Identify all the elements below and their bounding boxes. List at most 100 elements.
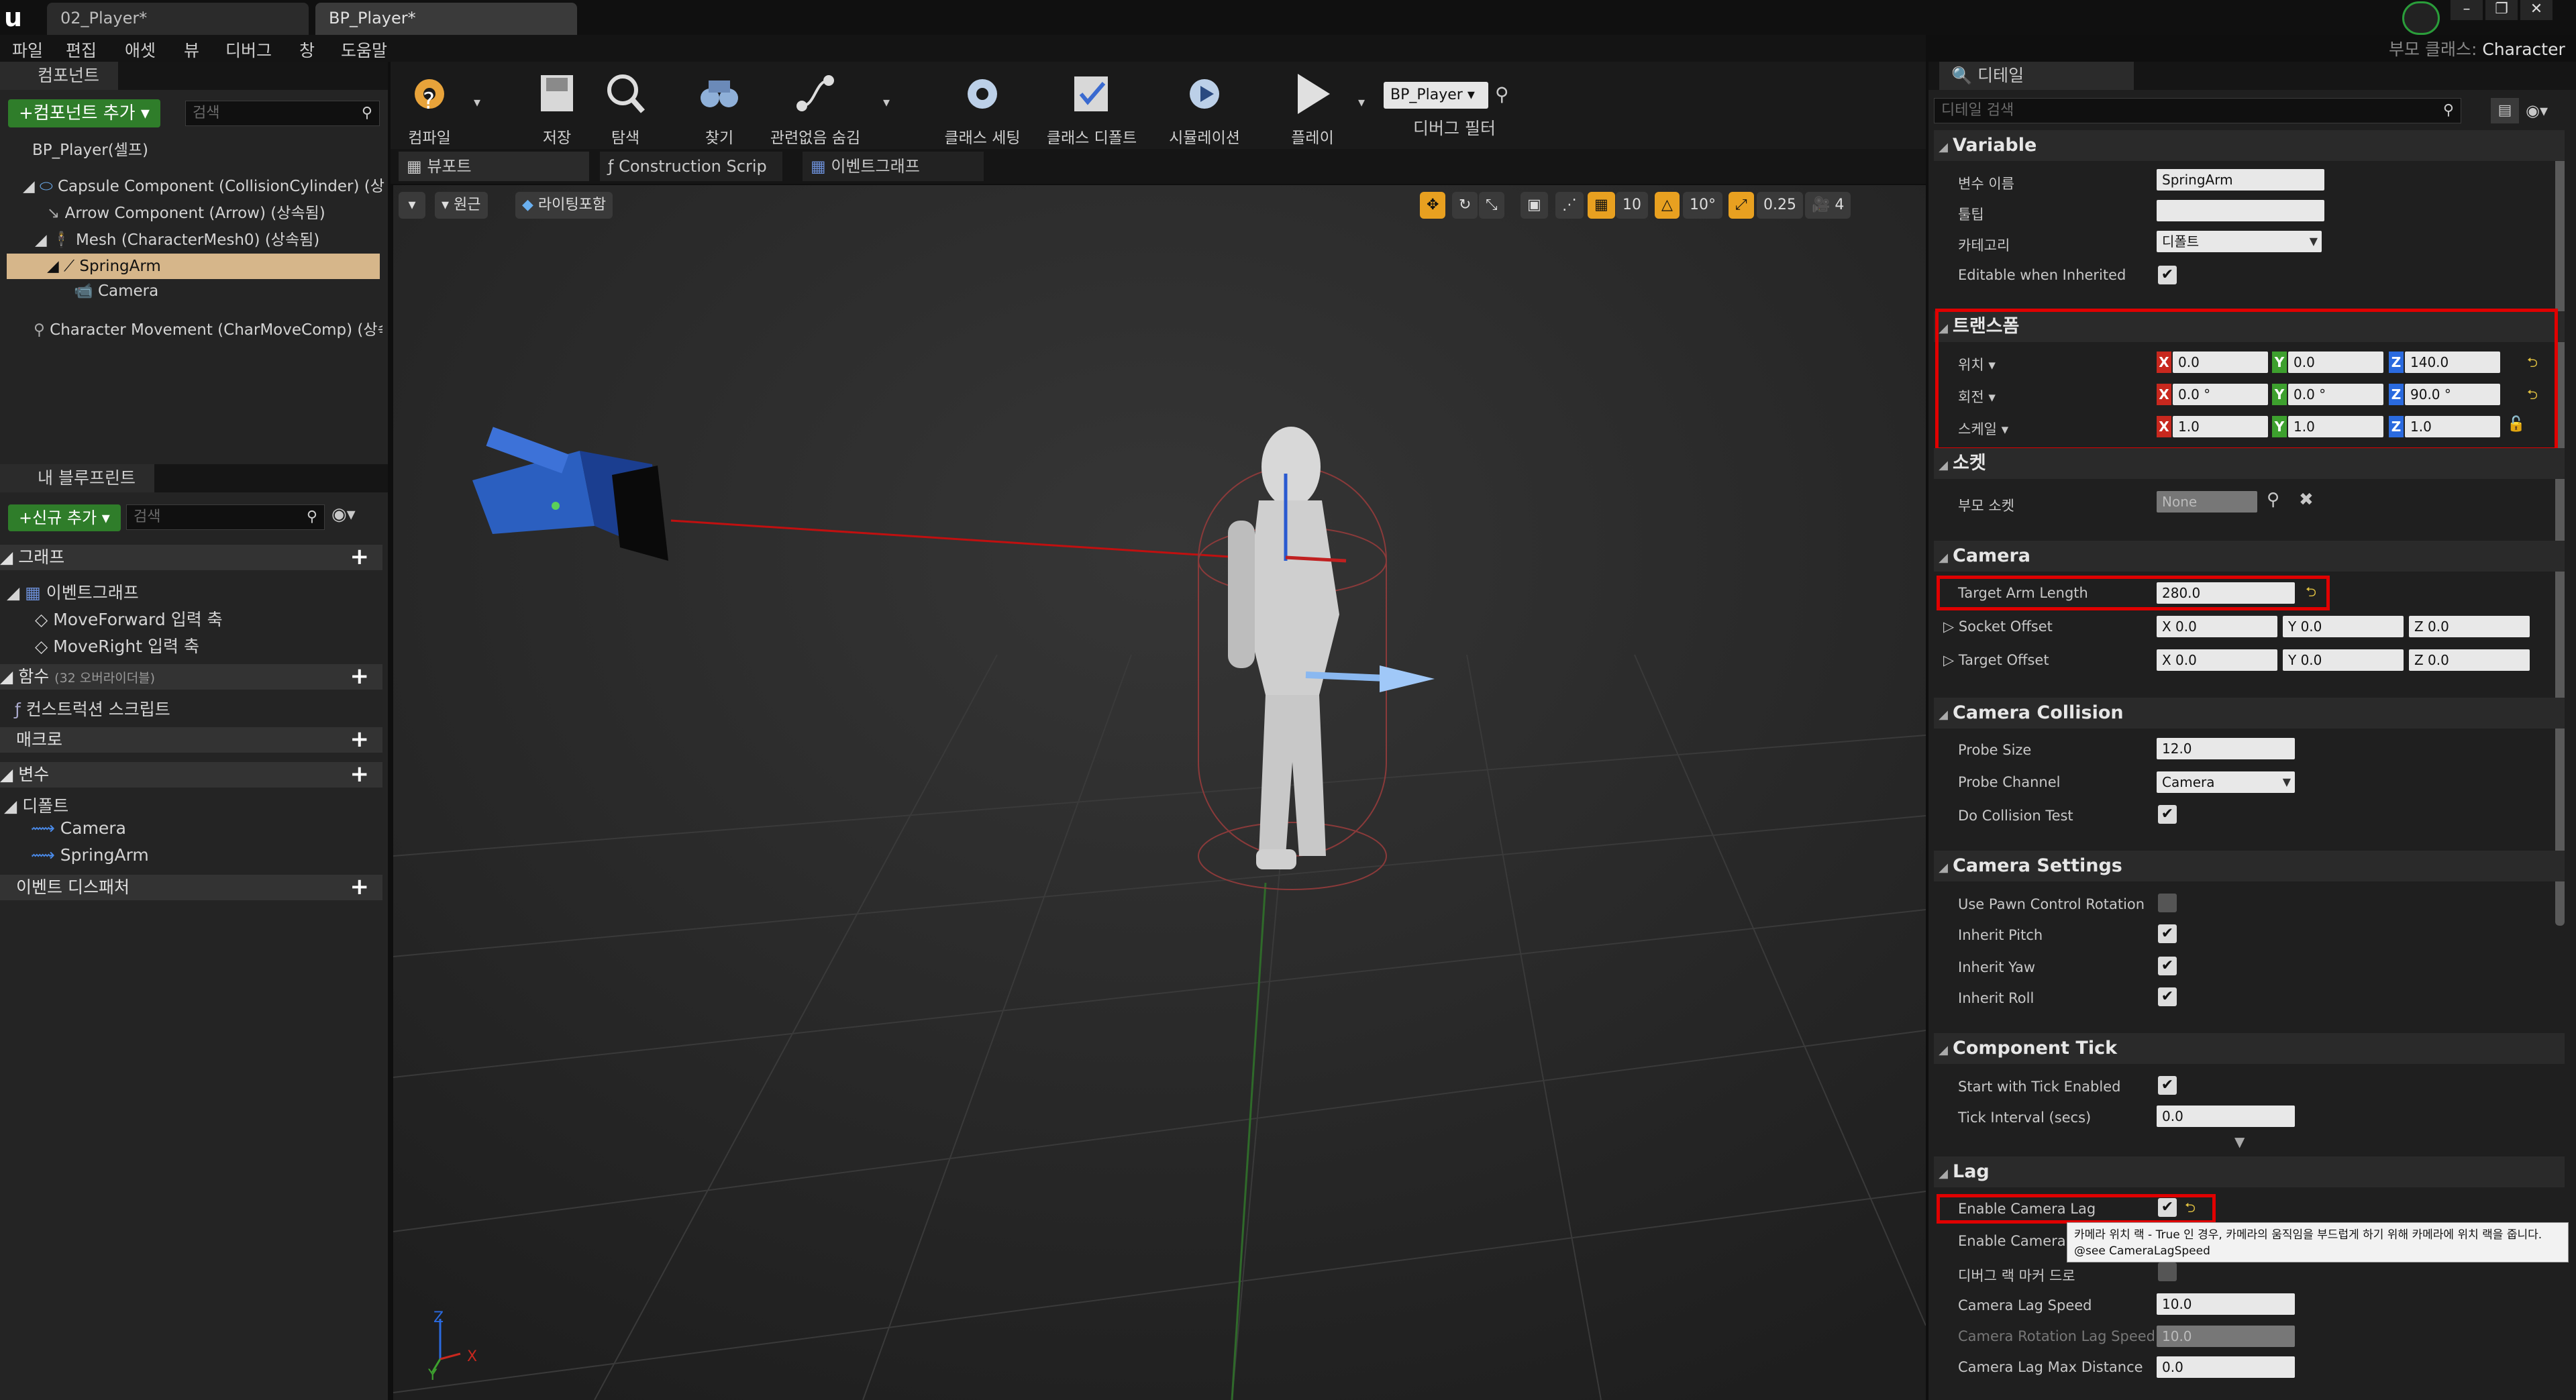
target-offset-y-input[interactable]: Y 0.0 [2283, 649, 2404, 671]
add-new-button[interactable]: +신규 추가 ▾ [8, 504, 121, 531]
property-matrix-icon[interactable]: ▤ [2491, 98, 2519, 123]
menu-file[interactable]: 파일 [12, 38, 43, 62]
maximize-button[interactable]: ❐ [2485, 0, 2518, 20]
view-options-eye-icon[interactable]: ◉▾ [331, 504, 356, 525]
section-camera-settings[interactable]: ◢ Camera Settings [1934, 851, 2565, 881]
debug-object-select[interactable]: BP_Player ▾ [1384, 82, 1488, 109]
section-camera-collision[interactable]: ◢ Camera Collision [1934, 698, 2565, 729]
clear-socket-icon[interactable]: ✖ [2299, 490, 2314, 510]
world-local-icon[interactable]: ▣ [1521, 192, 1548, 219]
graph-item-moveforward[interactable]: ◇ MoveForward 입력 축 [35, 606, 223, 631]
section-event-dispatchers[interactable]: 이벤트 디스패처 + [0, 875, 382, 900]
add-dispatcher-plus-icon[interactable]: + [350, 875, 370, 899]
socket-offset-z-input[interactable]: Z 0.0 [2409, 616, 2530, 637]
details-scrollbar[interactable] [2555, 134, 2565, 926]
do-collision-test-checkbox[interactable]: ✔ [2158, 805, 2177, 824]
add-graph-plus-icon[interactable]: + [350, 545, 370, 569]
tree-item-mesh[interactable]: ◢ 🕴 Mesh (CharacterMesh0) (상속됨) [35, 227, 319, 250]
section-variables[interactable]: ◢ 변수 + [0, 762, 382, 788]
menu-window[interactable]: 창 [299, 38, 315, 62]
camera-lag-max-distance-input[interactable]: 0.0 [2157, 1356, 2295, 1378]
use-pawn-control-rotation-checkbox[interactable]: ✔ [2158, 894, 2177, 912]
ue-logo-icon[interactable]: u [4, 3, 22, 32]
section-macros[interactable]: 매크로 + [0, 727, 382, 753]
surface-snap-icon[interactable]: ⋰ [1555, 192, 1584, 219]
blueprint-search-input[interactable]: 검색 ⚲ [126, 504, 325, 530]
hide-unrelated-button[interactable]: 관련없음 숨김 [758, 67, 872, 148]
close-button[interactable]: ✕ [2520, 0, 2553, 20]
tab-event-graph[interactable]: ▦ 이벤트그래프 [803, 152, 984, 181]
play-button[interactable]: 플레이 [1279, 67, 1346, 148]
find-button[interactable]: 찾기 [686, 67, 753, 148]
menu-view[interactable]: 뷰 [184, 38, 199, 62]
menu-debug[interactable]: 디버그 [225, 38, 272, 62]
perspective-button[interactable]: ▾ 원근 [435, 192, 488, 219]
label-socket-offset[interactable]: ▷ Socket Offset [1943, 618, 2053, 635]
section-component-tick[interactable]: ◢ Component Tick [1934, 1033, 2565, 1064]
minimize-button[interactable]: – [2451, 0, 2483, 20]
viewport-options-button[interactable]: ▾ [399, 192, 425, 219]
probe-channel-select[interactable]: Camera ▼ [2157, 771, 2295, 793]
rotation-snap-value[interactable]: 10° [1683, 192, 1722, 219]
draw-debug-markers-checkbox[interactable]: ✔ [2158, 1262, 2177, 1281]
start-with-tick-checkbox[interactable]: ✔ [2158, 1076, 2177, 1095]
tree-item-springarm[interactable]: ◢ ⟋ SpringArm [7, 254, 380, 279]
tree-item-camera[interactable]: 📹 Camera [74, 282, 158, 300]
add-macro-plus-icon[interactable]: + [350, 727, 370, 751]
construction-script-item[interactable]: ƒ 컨스트럭션 스크립트 [15, 696, 170, 720]
section-functions[interactable]: ◢ 함수 (32 오버라이더블) + [0, 664, 382, 690]
editable-when-inherited-checkbox[interactable]: ✔ [2158, 266, 2177, 284]
label-target-offset[interactable]: ▷ Target Offset [1943, 652, 2049, 668]
parent-socket-input[interactable]: None [2157, 491, 2257, 513]
view-options-eye-icon[interactable]: ◉▾ [2526, 98, 2548, 123]
variable-item-springarm[interactable]: ⟿ SpringArm [31, 845, 149, 865]
section-lag[interactable]: ◢ Lag [1934, 1156, 2565, 1187]
hide-unrelated-chevron-icon[interactable]: ▾ [883, 94, 890, 110]
scale-snap-value[interactable]: 0.25 [1757, 192, 1803, 219]
grid-snap-icon[interactable]: ▦ [1588, 192, 1615, 219]
doc-tab-bp-player[interactable]: BP_Player* [315, 3, 577, 35]
section-socket[interactable]: ◢ 소켓 [1934, 448, 2565, 479]
tab-viewport[interactable]: ▦ 뷰포트 [399, 152, 589, 181]
camera-lag-speed-input[interactable]: 10.0 [2157, 1293, 2295, 1315]
socket-search-icon[interactable]: ⚲ [2267, 490, 2279, 510]
compile-options-chevron-icon[interactable]: ▾ [474, 94, 480, 110]
category-select[interactable]: 디폴트 ▼ [2157, 231, 2322, 252]
tree-item-movement[interactable]: ⚲ Character Movement (CharMoveComp) (상속 [34, 317, 382, 339]
menu-help[interactable]: 도움말 [341, 38, 387, 62]
class-defaults-button[interactable]: 클래스 디폴트 [1041, 67, 1142, 148]
scale-snap-icon[interactable]: ⤢ [1729, 192, 1754, 219]
graph-item-moveright[interactable]: ◇ MoveRight 입력 축 [35, 633, 199, 657]
tree-item-capsule[interactable]: ◢ ⬭ Capsule Component (CollisionCylinder… [23, 173, 385, 196]
inherit-pitch-checkbox[interactable]: ✔ [2158, 924, 2177, 943]
components-search-input[interactable]: 검색 ⚲ [185, 101, 380, 126]
tree-item-arrow[interactable]: ↘ Arrow Component (Arrow) (상속됨) [47, 200, 325, 223]
socket-offset-x-input[interactable]: X 0.0 [2157, 616, 2277, 637]
debug-search-icon[interactable]: ⚲ [1495, 83, 1509, 105]
lit-button[interactable]: ◆ 라이팅포함 [515, 192, 613, 219]
socket-offset-y-input[interactable]: Y 0.0 [2283, 616, 2404, 637]
browse-button[interactable]: 탐색 [592, 67, 659, 148]
target-offset-z-input[interactable]: Z 0.0 [2409, 649, 2530, 671]
event-graph-item[interactable]: ◢ ▦ 이벤트그래프 [7, 580, 139, 604]
compile-button[interactable]: ? 컴파일 [396, 67, 463, 148]
camera-speed-icon[interactable]: 🎥 4 [1805, 192, 1851, 219]
camera-rotation-lag-speed-input[interactable]: 10.0 [2157, 1326, 2295, 1347]
target-offset-x-input[interactable]: X 0.0 [2157, 649, 2277, 671]
section-camera[interactable]: ◢ Camera [1934, 541, 2565, 572]
simulation-button[interactable]: 시뮬레이션 [1154, 67, 1255, 148]
probe-size-input[interactable]: 12.0 [2157, 738, 2295, 759]
tooltip-input[interactable] [2157, 200, 2324, 221]
viewport[interactable]: Z X Y ▾ ▾ 원근 ◆ 라이팅포함 ✥ ↻ ⤡ ▣ ⋰ ▦ 10 △ 10… [393, 185, 1926, 1400]
parent-class-value[interactable]: Character [2482, 40, 2565, 59]
add-variable-plus-icon[interactable]: + [350, 762, 370, 786]
inherit-yaw-checkbox[interactable]: ✔ [2158, 957, 2177, 975]
details-search-input[interactable]: 디테일 검색 ⚲ [1934, 98, 2461, 123]
defaults-category[interactable]: ◢ 디폴트 [4, 793, 68, 817]
section-graphs[interactable]: ◢ 그래프 + [0, 545, 382, 570]
inherit-roll-checkbox[interactable]: ✔ [2158, 987, 2177, 1006]
scale-icon[interactable]: ⤡ [1479, 192, 1504, 219]
add-function-plus-icon[interactable]: + [350, 664, 370, 688]
transform-move-icon[interactable]: ✥ [1420, 192, 1446, 219]
doc-tab-02-player[interactable]: 02_Player* [47, 3, 309, 35]
